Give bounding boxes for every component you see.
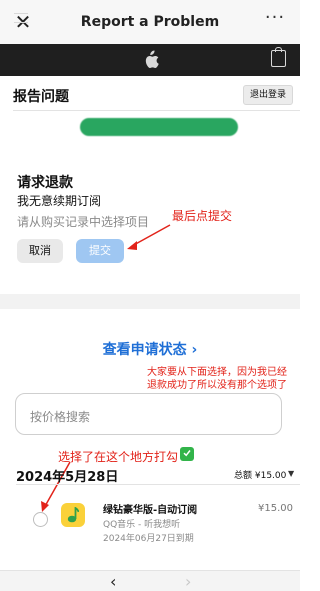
check-mark-icon bbox=[183, 450, 191, 457]
redacted-email-bar bbox=[80, 118, 238, 136]
view-status-link[interactable]: 查看申请状态 › bbox=[0, 339, 300, 359]
item-app: QQ音乐 - 听我想听 bbox=[103, 520, 181, 530]
refund-hint: 请从购买记录中选择项目 bbox=[17, 215, 150, 229]
cancel-button[interactable]: 取消 bbox=[17, 239, 63, 263]
forward-icon[interactable]: › bbox=[185, 572, 191, 591]
divider bbox=[13, 110, 300, 111]
section-title: 报告问题 bbox=[13, 89, 69, 105]
item-radio[interactable] bbox=[33, 512, 48, 527]
annotation-submit: 最后点提交 bbox=[172, 209, 233, 223]
purchase-total: 总额 ¥15.00 bbox=[234, 471, 287, 481]
refund-title: 请求退款 bbox=[17, 175, 73, 191]
refund-reason[interactable]: 我无意续期订阅 bbox=[17, 192, 101, 209]
chevron-down-icon[interactable]: ▼ bbox=[288, 469, 294, 478]
item-name: 绿钻豪华版-自动订阅 bbox=[103, 505, 198, 516]
item-expire: 2024年06月27日到期 bbox=[103, 534, 194, 544]
divider bbox=[16, 484, 300, 485]
purchase-date: 2024年5月28日 bbox=[16, 470, 119, 485]
back-icon[interactable]: ‹ bbox=[110, 572, 116, 591]
more-icon[interactable]: ··· bbox=[258, 9, 292, 33]
bag-icon[interactable] bbox=[271, 50, 286, 67]
section-divider bbox=[0, 294, 300, 309]
signout-button[interactable]: 退出登录 bbox=[243, 85, 294, 105]
submit-button[interactable]: 提交 bbox=[76, 239, 124, 263]
item-price: ¥15.00 bbox=[258, 503, 293, 514]
search-placeholder: 按价格搜索 bbox=[30, 410, 91, 424]
music-note-icon bbox=[67, 507, 79, 523]
annotation-select: 大家要从下面选择，因为我已经退款成功了所以没有那个选项了 bbox=[147, 367, 287, 391]
browser-toolbar bbox=[0, 570, 300, 591]
menu-icon[interactable] bbox=[14, 13, 28, 23]
page-title: Report a Problem bbox=[80, 14, 220, 30]
annotation-tick: 选择了在这个地方打勾 bbox=[58, 450, 179, 464]
apple-logo[interactable] bbox=[143, 50, 159, 70]
